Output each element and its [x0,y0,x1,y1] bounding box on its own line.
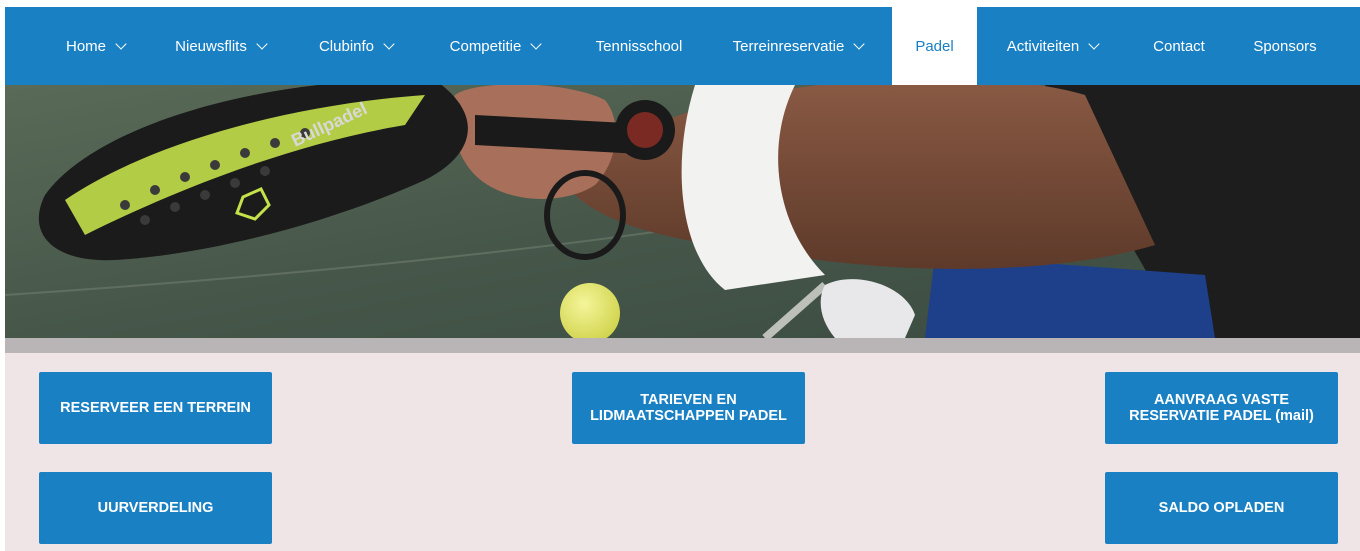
nav-item-label: Competitie [449,37,522,55]
chevron-down-icon [530,37,543,50]
nav-item-sponsors[interactable]: Sponsors [1237,7,1333,85]
nav-item-competitie[interactable]: Competitie [433,7,557,85]
saldo-opladen-button[interactable]: SALDO OPLADEN [1105,472,1338,544]
button-label: SALDO OPLADEN [1158,500,1285,516]
hero-image: Bullpadel [5,85,1360,338]
chevron-down-icon [1088,37,1100,50]
nav-item-contact[interactable]: Contact [1139,7,1219,85]
button-label: TARIEVEN EN LIDMAATSCHAPPEN PADEL [590,392,787,424]
nav-item-tennisschool[interactable]: Tennisschool [577,7,701,85]
padel-actions-panel: RESERVEER EEN TERREIN TARIEVEN EN LIDMAA… [5,353,1360,551]
nav-item-label: Nieuwsflits [175,37,247,55]
nav-item-clubinfo[interactable]: Clubinfo [303,7,409,85]
uurverdeling-button[interactable]: UURVERDELING [39,472,272,544]
nav-item-padel[interactable]: Padel [892,7,977,85]
chevron-down-icon [115,37,127,50]
nav-item-nieuwsflits[interactable]: Nieuwsflits [158,7,283,85]
reserveer-terrein-button[interactable]: RESERVEER EEN TERREIN [39,372,272,444]
nav-item-label: Sponsors [1253,37,1317,55]
button-label: AANVRAAG VASTE RESERVATIE PADEL (mail) [1129,392,1314,424]
chevron-down-icon [256,37,268,50]
nav-item-activiteiten[interactable]: Activiteiten [990,7,1115,85]
chevron-down-icon [383,37,395,50]
nav-item-label: Tennisschool [595,37,683,55]
chevron-down-icon [853,37,866,50]
aanvraag-vaste-reservatie-button[interactable]: AANVRAAG VASTE RESERVATIE PADEL (mail) [1105,372,1338,444]
nav-item-terreinreservatie[interactable]: Terreinreservatie [718,7,878,85]
nav-item-label: Padel [915,37,954,55]
nav-item-label: Clubinfo [318,37,375,55]
nav-item-label: Contact [1153,37,1205,55]
button-label: RESERVEER EEN TERREIN [60,400,251,416]
button-label: UURVERDELING [97,500,214,516]
main-navigation: Home Nieuwsflits Clubinfo Competitie Ten… [5,7,1360,85]
nav-item-home[interactable]: Home [45,7,146,85]
nav-item-label: Activiteiten [1006,37,1080,55]
nav-item-label: Home [65,37,106,55]
tarieven-button[interactable]: TARIEVEN EN LIDMAATSCHAPPEN PADEL [572,372,805,444]
divider-strip [5,338,1360,353]
padel-player-photo: Bullpadel [5,85,1360,338]
nav-item-label: Terreinreservatie [732,37,845,55]
